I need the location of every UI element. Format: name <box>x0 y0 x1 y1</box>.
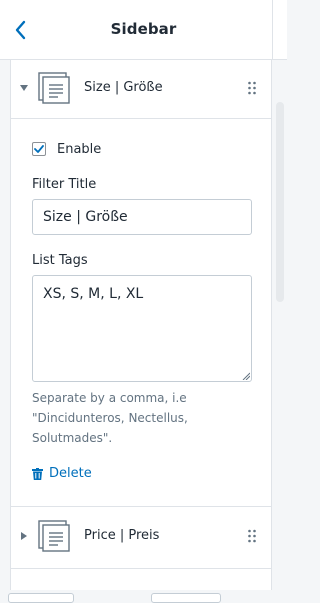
divider <box>11 118 271 119</box>
section-label: Price | Preis <box>84 528 160 543</box>
collapse-toggle[interactable] <box>19 83 29 93</box>
section-header-price[interactable]: Price | Preis <box>11 508 271 566</box>
page-title: Sidebar <box>110 20 177 38</box>
caret-right-icon <box>21 532 27 540</box>
filter-title-label: Filter Title <box>32 177 97 192</box>
delete-button[interactable]: Delete <box>32 466 92 481</box>
divider <box>11 568 271 569</box>
delete-label: Delete <box>49 466 92 481</box>
list-tags-textarea[interactable]: XS, S, M, L, XL <box>32 275 252 382</box>
caret-down-icon <box>20 85 28 91</box>
enable-label: Enable <box>57 142 102 157</box>
resize-handle-icon[interactable] <box>242 372 250 380</box>
filter-title-input[interactable] <box>32 199 252 235</box>
expand-toggle[interactable] <box>19 531 29 541</box>
scrollbar[interactable] <box>273 60 287 598</box>
footer-button[interactable] <box>8 593 74 603</box>
text-block-icon <box>38 520 70 552</box>
section-header-size[interactable]: Size | Größe <box>11 60 271 118</box>
trash-icon <box>32 467 43 480</box>
divider <box>11 506 271 507</box>
scrollbar-thumb[interactable] <box>276 102 284 302</box>
list-tags-label: List Tags <box>32 253 88 268</box>
section-label: Size | Größe <box>84 80 163 95</box>
enable-checkbox[interactable] <box>32 142 46 156</box>
header-divider <box>272 0 273 60</box>
footer-button[interactable] <box>151 593 221 603</box>
drag-handle-icon[interactable] <box>247 529 257 543</box>
help-text: Separate by a comma, i.e "Dincidunteros,… <box>32 391 188 445</box>
sidebar-panel: Size | Größe Enable Filter Title List Ta… <box>10 60 272 598</box>
drag-handle-icon[interactable] <box>247 81 257 95</box>
checkmark-icon <box>34 145 44 153</box>
text-block-icon <box>38 72 70 104</box>
top-bar: Sidebar <box>0 0 287 60</box>
